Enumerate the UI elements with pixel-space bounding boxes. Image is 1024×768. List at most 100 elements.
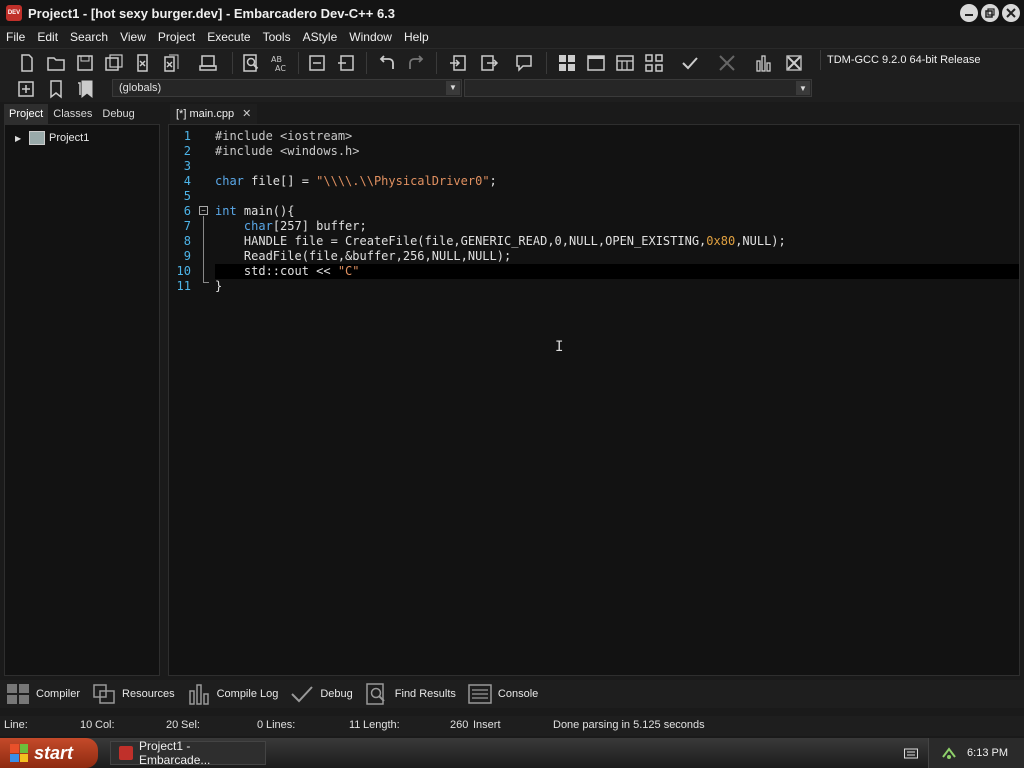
tab-label: [*] main.cpp: [176, 108, 235, 120]
tab-find-results[interactable]: Find Results: [365, 680, 462, 708]
fold-guide: [203, 216, 204, 282]
minimize-icon: [965, 14, 973, 16]
chevron-down-icon[interactable]: ▼: [796, 81, 810, 95]
close-all-icon: [164, 54, 179, 72]
grid-icon: [7, 684, 29, 704]
tab-project[interactable]: Project: [4, 104, 49, 124]
function-combo[interactable]: ▼: [464, 79, 812, 97]
window-button[interactable]: [584, 51, 608, 75]
code-line[interactable]: }: [215, 279, 222, 294]
tab-label: Compile Log: [216, 688, 279, 700]
layout-button[interactable]: [613, 51, 637, 75]
current-code-line[interactable]: std::cout << "C": [215, 264, 1019, 279]
tab-debug[interactable]: Debug: [97, 104, 139, 124]
save-all-button[interactable]: [102, 51, 126, 75]
unindent-button[interactable]: [334, 51, 358, 75]
code-line[interactable]: #include <iostream>: [215, 129, 352, 144]
comment-button[interactable]: [512, 51, 536, 75]
replace-button[interactable]: AB AC: [268, 51, 292, 75]
close-all-button[interactable]: [160, 51, 184, 75]
tile-button[interactable]: [555, 51, 579, 75]
menu-search[interactable]: Search: [64, 26, 114, 48]
find-button[interactable]: [239, 51, 263, 75]
indent-button[interactable]: [305, 51, 329, 75]
bar-chart-icon: [756, 55, 771, 72]
insert-button[interactable]: [14, 77, 38, 101]
print-button[interactable]: [196, 51, 220, 75]
code-line[interactable]: char[257] buffer;: [215, 219, 367, 234]
svg-text:AC: AC: [275, 64, 286, 73]
console-icon: [468, 684, 492, 704]
checkmark-icon: [291, 686, 314, 703]
code-line[interactable]: char file[] = "\\\\.\\PhysicalDriver0";: [215, 174, 497, 189]
menu-project[interactable]: Project: [152, 26, 201, 48]
stop-button[interactable]: [715, 51, 739, 75]
start-button[interactable]: start: [0, 738, 98, 768]
menu-edit[interactable]: Edit: [31, 26, 64, 48]
code-line[interactable]: ReadFile(file,&buffer,256,NULL,NULL);: [215, 249, 511, 264]
tab-label: Console: [497, 688, 539, 700]
replace-icon: ABAC: [271, 55, 286, 73]
undo-icon: [379, 55, 394, 69]
menu-file[interactable]: File: [0, 26, 31, 48]
line-number: 9: [183, 249, 191, 263]
undo-button[interactable]: [375, 51, 399, 75]
compiler-select[interactable]: TDM-GCC 9.2.0 64-bit Release: [820, 50, 1016, 70]
line-number: 2: [183, 144, 191, 158]
close-file-button[interactable]: [131, 51, 155, 75]
network-icon[interactable]: [941, 745, 957, 761]
tab-debug-output[interactable]: Debug: [290, 680, 358, 708]
menu-astyle[interactable]: AStyle: [297, 26, 344, 48]
components-button[interactable]: [642, 51, 666, 75]
title-bar: DEV Project1 - [hot sexy burger.dev] - E…: [0, 0, 1024, 26]
line-number: 10: [176, 264, 191, 278]
code-line[interactable]: #include <windows.h>: [215, 144, 360, 159]
tab-classes[interactable]: Classes: [48, 104, 97, 124]
bookmark-icon: [50, 80, 62, 99]
goto-bookmark-button[interactable]: [73, 77, 97, 101]
menu-view[interactable]: View: [114, 26, 152, 48]
redo-button[interactable]: [404, 51, 428, 75]
menu-execute[interactable]: Execute: [201, 26, 256, 48]
redo-icon: [409, 55, 424, 69]
window-title: Project1 - [hot sexy burger.dev] - Embar…: [28, 5, 396, 21]
fold-guide-end: [203, 282, 209, 283]
minimize-button[interactable]: [960, 4, 978, 22]
fold-collapse-icon[interactable]: −: [199, 206, 208, 215]
tab-compiler[interactable]: Compiler: [6, 680, 86, 708]
delete-profile-button[interactable]: [782, 51, 806, 75]
open-button[interactable]: [44, 51, 68, 75]
code-line[interactable]: HANDLE file = CreateFile(file,GENERIC_RE…: [215, 234, 786, 249]
menu-window[interactable]: Window: [343, 26, 398, 48]
layout-icon: [616, 55, 634, 71]
compile-button[interactable]: [678, 51, 702, 75]
tab-label: Debug: [320, 688, 353, 700]
code-editor[interactable]: 1 2 3 4 5 6 7 8 9 10 11 #include <iostream> #includ…: [168, 124, 1020, 676]
chevron-down-icon[interactable]: ▼: [446, 81, 460, 95]
save-icon: [77, 55, 93, 71]
close-icon[interactable]: ✕: [242, 104, 251, 124]
class-combo[interactable]: (globals) ▼: [112, 79, 462, 97]
tree-item-project[interactable]: ▶ Project1: [15, 131, 89, 145]
line-number: 8: [183, 234, 191, 248]
status-col-value: 20: [166, 719, 179, 731]
restore-button[interactable]: [981, 4, 999, 22]
taskbar-item-devcpp[interactable]: Project1 - Embarcade...: [110, 739, 266, 767]
profile-button[interactable]: [752, 51, 776, 75]
toggle-bookmark-button[interactable]: [44, 77, 68, 101]
expand-arrow-icon[interactable]: ▶: [15, 134, 25, 143]
comment-icon: [516, 55, 532, 72]
code-line[interactable]: int main(){: [215, 204, 294, 219]
tab-compile-log[interactable]: Compile Log: [187, 680, 285, 708]
new-file-button[interactable]: [15, 51, 39, 75]
close-button[interactable]: [1002, 4, 1020, 22]
goto-out-button[interactable]: [477, 51, 501, 75]
menu-help[interactable]: Help: [398, 26, 435, 48]
keyboard-icon[interactable]: [904, 747, 918, 759]
goto-button[interactable]: [446, 51, 470, 75]
save-button[interactable]: [73, 51, 97, 75]
tab-console[interactable]: Console: [468, 680, 544, 708]
tab-resources[interactable]: Resources: [92, 680, 181, 708]
menu-tools[interactable]: Tools: [257, 26, 297, 48]
tab-main-cpp[interactable]: [*] main.cpp ✕: [170, 104, 258, 124]
